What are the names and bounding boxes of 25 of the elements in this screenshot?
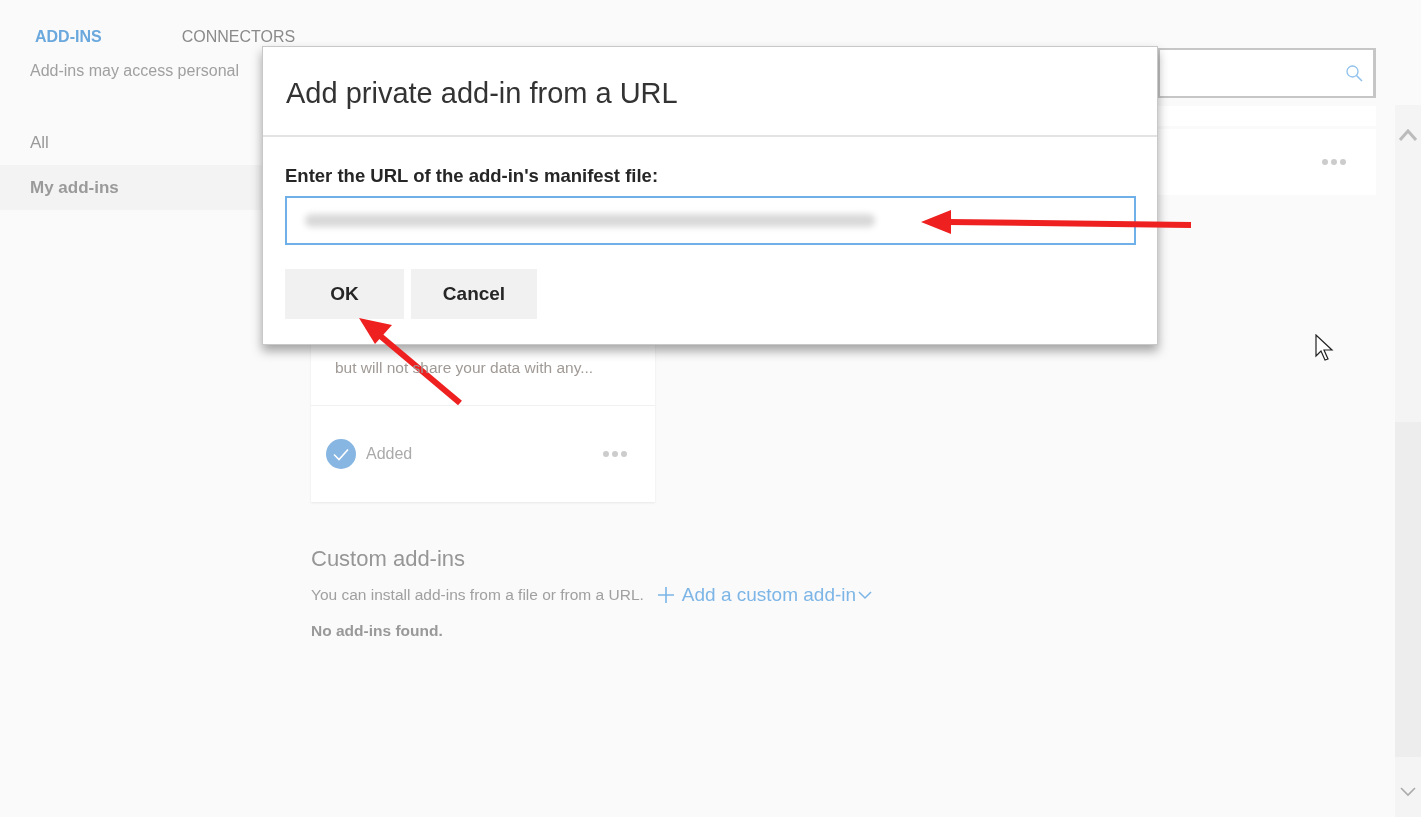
scrollbar[interactable]: [1395, 105, 1421, 817]
more-icon[interactable]: [603, 451, 627, 457]
plus-icon: [657, 587, 674, 603]
more-icon[interactable]: [1322, 159, 1346, 165]
empty-message: No add-ins found.: [311, 622, 444, 640]
add-custom-addin-link[interactable]: Add a custom add-in: [657, 584, 873, 606]
cursor-icon: [1315, 334, 1334, 361]
tab[interactable]: CONNECTORS: [181, 28, 296, 46]
scroll-up-icon[interactable]: [1399, 129, 1417, 141]
scroll-down-icon[interactable]: [1400, 787, 1416, 797]
chevron-down-icon: [858, 590, 873, 600]
tab[interactable]: ADD-INS: [35, 28, 102, 46]
field-label: Enter the URL of the add-in's manifest file:: [285, 165, 660, 187]
dialog-button[interactable]: Cancel: [411, 269, 537, 319]
dialog-title: Add private add-in from a URL: [263, 47, 1157, 137]
dialog-button[interactable]: OK: [285, 269, 404, 319]
url-input-field[interactable]: [285, 196, 1136, 245]
sidebar-item[interactable]: My add-ins: [0, 165, 262, 210]
section-description: You can install add-ins from a file or from a URL.: [311, 586, 644, 604]
status-text: Added: [366, 445, 414, 463]
search-icon: [1346, 64, 1363, 82]
search-field[interactable]: [1158, 48, 1376, 98]
notice-text: Add-ins may access personal: [30, 62, 240, 80]
sidebar-item[interactable]: All: [0, 120, 262, 165]
section-heading: Custom add-ins: [311, 546, 467, 572]
